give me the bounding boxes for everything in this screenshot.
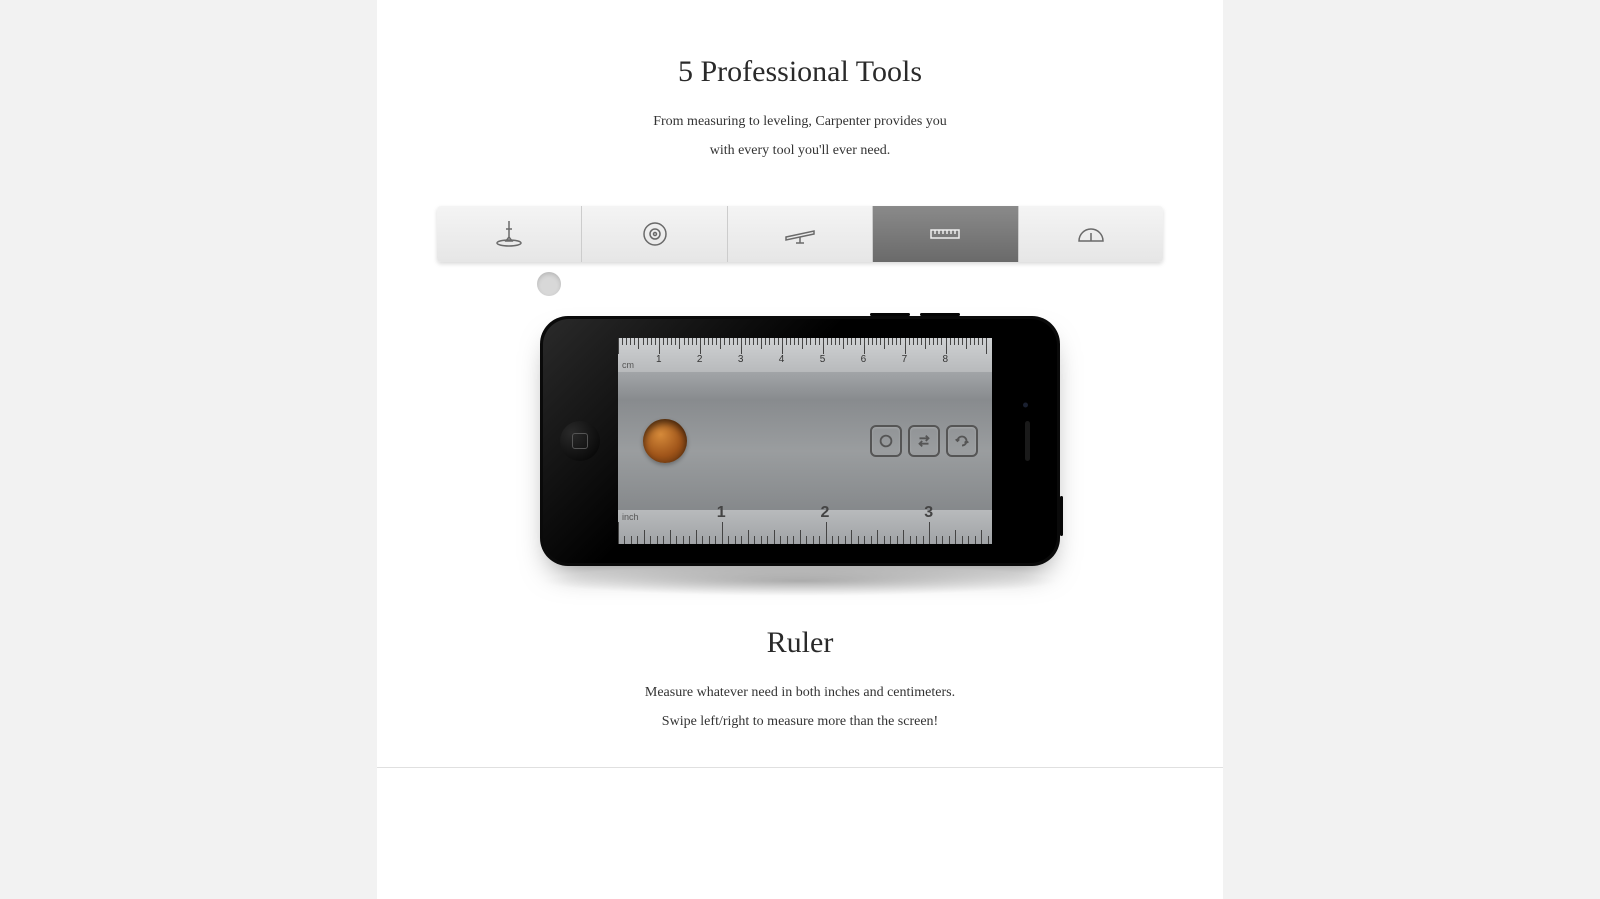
tab-plumb-bob[interactable] — [437, 206, 582, 262]
tab-bubble-level[interactable] — [728, 206, 873, 262]
cm-tick-label: 7 — [902, 354, 908, 365]
phone-home-button — [560, 421, 600, 461]
subtitle-line: From measuring to leveling, Carpenter pr… — [653, 114, 947, 129]
feature-title: Ruler — [377, 626, 1223, 660]
phone-frame: cm 12345678 — [540, 316, 1060, 566]
ruler-scale-inch: inch 123 — [618, 510, 992, 544]
inch-tick-label: 2 — [821, 504, 830, 522]
tool-tabbar — [437, 206, 1163, 262]
refresh-button[interactable] — [946, 425, 978, 457]
inch-tick-label: 3 — [924, 504, 933, 522]
cm-tick-label: 2 — [697, 354, 703, 365]
ruler-scale-cm: cm 12345678 — [618, 338, 992, 372]
phone-power-button — [1060, 496, 1063, 536]
section-title: 5 Professional Tools — [377, 55, 1223, 89]
feature-desc-line: Measure whatever need in both inches and… — [645, 685, 955, 700]
swap-units-button[interactable] — [908, 425, 940, 457]
cm-tick-label: 6 — [861, 354, 867, 365]
phone-volume-button — [920, 313, 960, 316]
cm-tick-label: 8 — [943, 354, 949, 365]
phone-camera — [1023, 402, 1028, 407]
inch-tick-label: 1 — [717, 504, 726, 522]
cm-tick-label: 4 — [779, 354, 785, 365]
ruler-icon — [925, 219, 965, 249]
cm-tick-label: 3 — [738, 354, 744, 365]
section-subtitle: From measuring to leveling, Carpenter pr… — [377, 107, 1223, 166]
cm-tick-label: 1 — [656, 354, 662, 365]
ruler-action-buttons — [870, 425, 978, 457]
reset-button[interactable] — [870, 425, 902, 457]
surface-level-icon — [635, 219, 675, 249]
feature-desc-line: Swipe left/right to measure more than th… — [662, 714, 938, 729]
decorative-badge — [537, 272, 561, 296]
ruler-hole-decoration — [643, 419, 687, 463]
tab-surface-level[interactable] — [582, 206, 727, 262]
bubble-level-icon — [780, 219, 820, 249]
phone-speaker — [1025, 421, 1030, 461]
subtitle-line: with every tool you'll ever need. — [710, 143, 891, 158]
app-screen: cm 12345678 — [618, 338, 992, 544]
bottom-spacer — [377, 768, 1223, 858]
tab-protractor[interactable] — [1019, 206, 1163, 262]
tab-ruler[interactable] — [873, 206, 1018, 262]
plumb-bob-icon — [489, 219, 529, 249]
device-preview: cm 12345678 — [377, 316, 1223, 606]
feature-description: Measure whatever need in both inches and… — [377, 678, 1223, 767]
protractor-icon — [1071, 219, 1111, 249]
phone-volume-button — [870, 313, 910, 316]
cm-tick-label: 5 — [820, 354, 826, 365]
main-content: 5 Professional Tools From measuring to l… — [377, 0, 1223, 899]
